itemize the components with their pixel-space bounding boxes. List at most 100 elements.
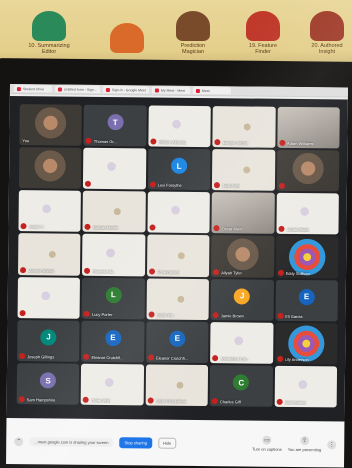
mic-off-icon	[276, 355, 283, 362]
more-options-button[interactable]: ⋮	[327, 439, 337, 449]
mic-off-icon	[147, 397, 154, 404]
participant-tile[interactable]: E Eli Garcia	[275, 279, 338, 322]
participant-tile[interactable]: Aliyah Tyler	[211, 235, 275, 278]
participant-name: Eddy Sullivan	[285, 270, 310, 276]
mic-off-icon	[212, 311, 219, 318]
mic-off-icon	[147, 354, 154, 361]
participant-tile[interactable]: Jaden T...	[18, 190, 82, 233]
participant-tile[interactable]	[17, 276, 81, 319]
participant-tile[interactable]: T Thomas Gr...	[83, 104, 147, 147]
mic-off-icon	[212, 354, 219, 362]
mic-off-icon	[148, 268, 155, 275]
mic-off-icon	[214, 182, 221, 189]
hide-button[interactable]: Hide	[157, 437, 177, 449]
tab-favicon-icon	[57, 87, 62, 92]
participant-tile[interactable]: Noel Gomez	[274, 365, 338, 408]
participant-tile[interactable]: Carlo Flood-Henri	[145, 364, 209, 407]
participant-tile[interactable]: Isaiah Pe...	[146, 278, 210, 320]
participant-tile[interactable]: Vanesa Walker	[18, 233, 81, 276]
participant-name: Carlo Flood-Henri	[155, 398, 188, 404]
participant-tile[interactable]: Eddy Sullivan	[275, 236, 339, 279]
poster-illustration	[32, 11, 66, 41]
mic-off-icon	[214, 139, 221, 146]
present-icon: ⇪	[300, 436, 310, 446]
participant-tile[interactable]: Johnathan Car...	[210, 321, 274, 364]
participant-tile[interactable]: S Sam Hampshire	[16, 362, 80, 405]
participant-tile[interactable]: Nathan Merritt	[82, 191, 146, 233]
captions-label: Turn on captions	[252, 446, 282, 452]
participant-tile[interactable]: You	[19, 104, 83, 146]
poster-card-label: Prediction Magician	[180, 43, 206, 55]
participant-tile[interactable]: L Lexi Forsythe	[147, 148, 211, 191]
chevron-up-button[interactable]: ⌃	[14, 436, 24, 446]
participant-name: Jamie Brown	[220, 312, 244, 319]
poster-illustration	[310, 11, 344, 41]
browser-tab[interactable]: Untitled form - Sign...	[54, 85, 100, 93]
participant-tile[interactable]: E Eleanor Crutchfi...	[81, 320, 145, 363]
meet-window: You T Thomas Gr... William Albertso Megan Jo…	[6, 95, 348, 468]
participant-name: William Albertso	[158, 139, 187, 145]
participant-tile[interactable]: Jordan Baker	[276, 193, 339, 235]
browser-tab[interactable]: My Meet - Meet	[151, 86, 190, 94]
poster-illustration	[246, 11, 280, 41]
participant-name: Thomas Gr...	[93, 139, 117, 145]
browser-tab[interactable]: Sign-in - Google Meet	[102, 85, 149, 94]
participant-tile[interactable]: Lily Anderson	[274, 322, 338, 365]
participant-tile[interactable]: E Eleanor Crutchfi...	[145, 321, 209, 363]
browser-tab-label: Student Drive	[22, 86, 45, 91]
participant-avatar: L	[105, 286, 122, 304]
participant-name: Nathan Merritt	[92, 225, 119, 231]
participant-tile[interactable]: Jack Bally	[212, 149, 275, 192]
participant-tile[interactable]: J Jamie Brown	[210, 278, 274, 321]
participant-name: Oliver Wyn	[91, 397, 111, 404]
participant-tile[interactable]: Oscar Klein	[211, 192, 275, 235]
poster-card: Prediction Magician	[162, 2, 224, 58]
photo-of-monitor: 10. Summarizing Editor Prediction Magicia…	[0, 0, 352, 468]
participant-tile[interactable]	[83, 147, 147, 190]
participant-name: Vanesa Walker	[28, 267, 55, 274]
mic-off-icon	[213, 268, 220, 275]
participant-name: Lucy Porter	[91, 311, 113, 317]
poster-card-label: 19. Feature Finder	[248, 43, 278, 55]
participant-tile[interactable]: L Lucy Porter	[81, 277, 145, 320]
participant-name: Charles Giff	[219, 399, 241, 405]
participant-tile[interactable]	[276, 149, 340, 192]
participant-name: Ed Anderson	[156, 269, 180, 275]
participant-name: Eli Garcia	[285, 313, 303, 319]
participant-tile[interactable]	[147, 191, 211, 234]
mic-off-icon	[83, 310, 91, 317]
participant-tile[interactable]: William Albertso	[148, 105, 211, 148]
poster-card: 19. Feature Finder	[232, 2, 294, 58]
presenting-button[interactable]: ⇪ You are presenting	[288, 436, 322, 452]
participant-avatar: L	[171, 158, 188, 175]
poster-card: 10. Summarizing Editor	[18, 2, 80, 58]
mic-off-icon	[278, 139, 286, 147]
participant-name: Aliyah Tyler	[221, 269, 242, 276]
mic-off-icon	[213, 225, 220, 232]
participant-name: Jack Bally	[222, 183, 241, 189]
mic-off-icon	[20, 223, 27, 230]
participant-name: Jaden T...	[28, 224, 46, 230]
participant-tile[interactable]: Florence Al...	[82, 234, 146, 276]
participant-tile[interactable]: Megan Jordan	[212, 106, 276, 148]
participant-avatar: E	[104, 329, 122, 347]
tab-favicon-icon	[16, 86, 21, 91]
participant-tile[interactable]: J Joseph Gillings	[17, 319, 80, 362]
captions-button[interactable]: ▭ Turn on captions	[252, 435, 282, 452]
participant-tile[interactable]: Ed Anderson	[146, 234, 210, 277]
mic-off-icon	[149, 224, 156, 231]
participant-tile[interactable]: Oliver Wyn	[81, 363, 144, 406]
tab-favicon-icon	[195, 88, 200, 93]
participant-tile[interactable]: C Charles Giff	[209, 364, 273, 407]
participant-tile[interactable]	[18, 147, 82, 190]
browser-tab[interactable]: Student Drive	[13, 85, 52, 93]
browser-tab[interactable]: Meet	[192, 86, 231, 95]
mic-off-icon	[277, 312, 284, 319]
participant-tile[interactable]: Adam Williams	[276, 106, 340, 149]
browser-tab-label: Sign-in - Google Meet	[111, 87, 146, 92]
mic-off-icon	[83, 353, 90, 360]
mic-off-icon	[278, 183, 285, 190]
stop-sharing-button[interactable]: Stop sharing	[119, 436, 153, 449]
participant-name: Oscar Klein	[221, 226, 243, 232]
share-info-text: ...meet.google.com is sharing your scree…	[29, 436, 114, 447]
